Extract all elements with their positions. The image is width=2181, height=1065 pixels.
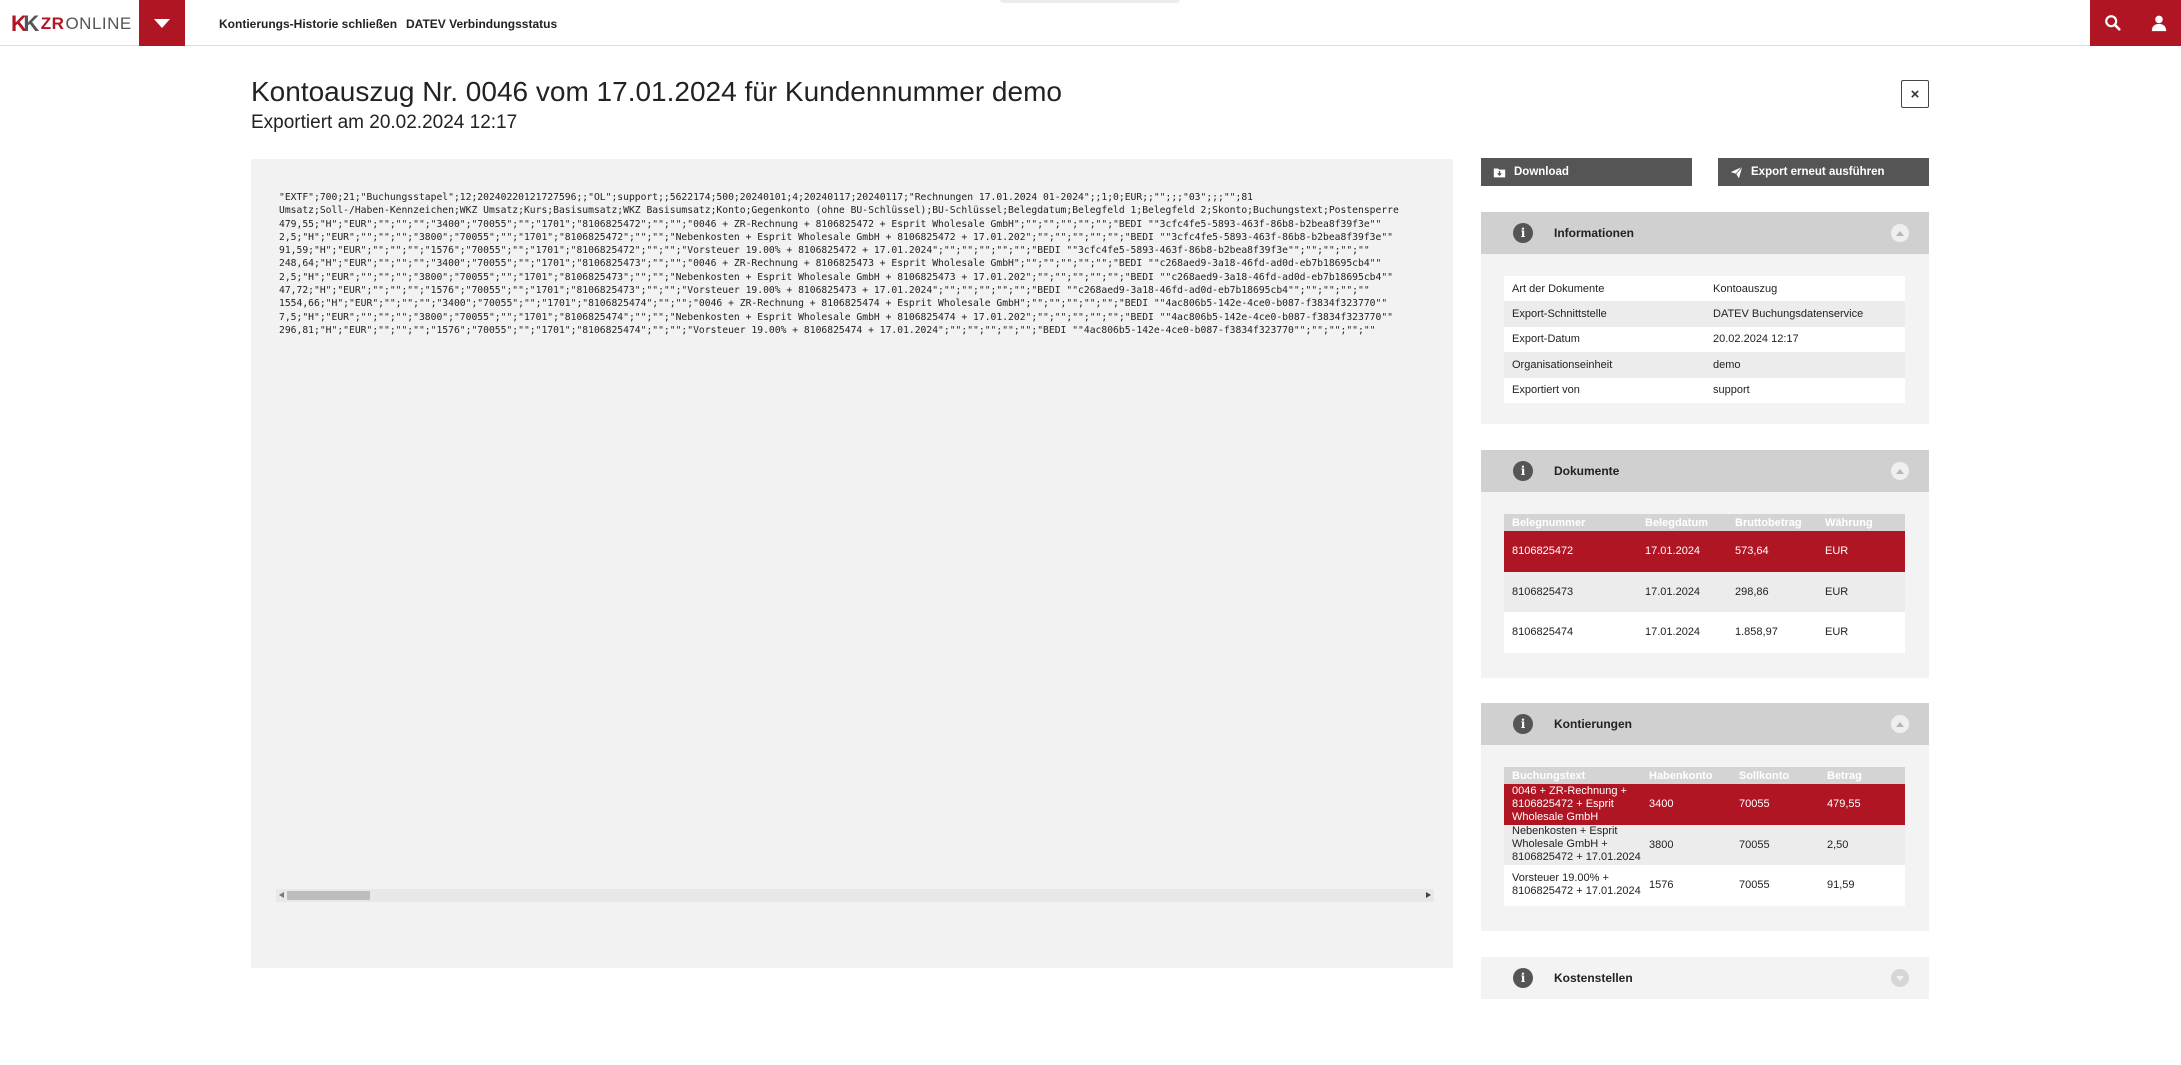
download-button-label: Download [1514, 166, 1569, 178]
export-line: "EXTF";700;21;"Buchungsstapel";12;202402… [279, 192, 1254, 203]
scroll-right-icon[interactable] [1426, 892, 1431, 898]
export-line: 296,81;"H";"EUR";"";"";"";"1576";"70055"… [279, 324, 1376, 336]
table-row[interactable]: Vorsteuer 19.00% + 8106825472 + 17.01.20… [1504, 865, 1905, 906]
collapse-icon[interactable] [1891, 715, 1909, 733]
table-row[interactable]: 8106825473 17.01.2024 298,86 EUR [1504, 571, 1905, 612]
column-header-belegnummer[interactable]: Belegnummer [1504, 514, 1637, 531]
export-line: 248,64;"H";"EUR";"";"";"";"3400";"70055"… [279, 258, 1382, 270]
page-subtitle: Exportiert am 20.02.2024 12:17 [251, 112, 518, 133]
export-file-content[interactable]: "EXTF";700;21;"Buchungsstapel";12;202402… [279, 191, 1433, 501]
table-row[interactable]: 0046 + ZR-Rechnung + 8106825472 + Esprit… [1504, 784, 1905, 825]
kontierungen-table: Buchungstext Habenkonto Sollkonto Betrag… [1504, 767, 1905, 906]
user-icon [2151, 15, 2167, 32]
table-row[interactable]: Nebenkosten + Esprit Wholesale GmbH + 81… [1504, 824, 1905, 865]
column-header-habenkonto[interactable]: Habenkonto [1641, 767, 1731, 784]
info-row: Exportiert von support [1504, 377, 1905, 403]
column-header-sollkonto[interactable]: Sollkonto [1731, 767, 1819, 784]
horizontal-scrollbar[interactable] [276, 889, 1434, 902]
dokumente-panel-header[interactable]: i Dokumente [1481, 450, 1929, 492]
top-navigation-bar: K K ZR ONLINE Kontierungs-Historie schließe… [0, 0, 2181, 46]
informationen-panel: i Informationen Art der Dokumente Kontoau… [1481, 212, 1929, 424]
export-line: Umsatz;Soll-/Haben-Kennzeichen;WKZ Umsat… [279, 205, 1399, 217]
info-row: Art der Dokumente Kontoauszug [1504, 276, 1905, 302]
export-line: 2,5;"H";"EUR";"";"";"";"3800";"70055";""… [279, 231, 1393, 243]
user-menu-button[interactable] [2136, 0, 2181, 46]
column-header-belegdatum[interactable]: Belegdatum [1637, 514, 1727, 531]
export-line: 7,5;"H";"EUR";"";"";"";"3800";"70055";""… [279, 311, 1393, 323]
dokumente-panel: i Dokumente Belegnummer Belegdatum Brutt… [1481, 450, 1929, 678]
close-icon: × [1910, 85, 1920, 103]
kzr-online-logo[interactable]: K K ZR ONLINE [11, 11, 132, 36]
export-line: 2,5;"H";"EUR";"";"";"";"3800";"70055";""… [279, 271, 1393, 283]
scroll-left-icon[interactable] [279, 892, 284, 898]
collapse-icon[interactable] [1891, 462, 1909, 480]
info-icon: i [1513, 714, 1533, 734]
kontierungen-panel-header[interactable]: i Kontierungen [1481, 703, 1929, 745]
download-button[interactable]: Download [1481, 158, 1692, 186]
column-header-betrag[interactable]: Betrag [1819, 767, 1905, 784]
info-row: Export-Datum 20.02.2024 12:17 [1504, 326, 1905, 353]
column-header-buchungstext[interactable]: Buchungstext [1504, 767, 1641, 784]
top-handle [1000, 0, 1180, 3]
info-icon: i [1513, 968, 1533, 988]
info-row: Export-Schnittstelle DATEV Buchungsdatens… [1504, 301, 1905, 327]
scrollbar-thumb[interactable] [287, 891, 370, 900]
info-row: Organisationseinheit demo [1504, 352, 1905, 378]
close-history-link[interactable]: Kontierungs-Historie schließen [219, 17, 397, 31]
informationen-panel-title: Informationen [1554, 226, 1634, 240]
dokumente-panel-title: Dokumente [1554, 464, 1620, 478]
page-title: Kontoauszug Nr. 0046 vom 17.01.2024 für … [251, 76, 1062, 107]
table-row[interactable]: 8106825472 17.01.2024 573,64 EUR [1504, 531, 1905, 572]
informationen-panel-header[interactable]: i Informationen [1481, 212, 1929, 254]
export-again-button-label: Export erneut ausführen [1751, 166, 1885, 178]
close-button[interactable]: × [1901, 80, 1929, 108]
search-icon [2105, 15, 2121, 31]
collapse-icon[interactable] [1891, 224, 1909, 242]
export-line: 91,59;"H";"EUR";"";"";"";"1576";"70055";… [279, 245, 1370, 257]
kontierungen-panel: i Kontierungen Buchungstext Habenkonto S… [1481, 703, 1929, 931]
table-row[interactable]: 8106825474 17.01.2024 1.858,97 EUR [1504, 612, 1905, 653]
export-line: 1554,66;"H";"EUR";"";"";"";"3400";"70055… [279, 298, 1388, 310]
export-line: 47,72;"H";"EUR";"";"";"";"1576";"70055";… [279, 285, 1370, 297]
expand-icon[interactable] [1891, 969, 1909, 987]
kostenstellen-panel: i Kostenstellen [1481, 957, 1929, 999]
export-again-button[interactable]: Export erneut ausführen [1718, 158, 1929, 186]
search-button[interactable] [2090, 0, 2136, 46]
folder-download-icon [1493, 167, 1506, 177]
paper-plane-icon [1730, 166, 1743, 178]
caret-down-icon [154, 18, 170, 28]
menu-dropdown-button[interactable] [139, 0, 185, 46]
informationen-table: Art der Dokumente Kontoauszug Export-Schn… [1504, 276, 1905, 403]
kostenstellen-panel-title: Kostenstellen [1554, 971, 1633, 985]
info-icon: i [1513, 223, 1533, 243]
datev-connection-status-link[interactable]: DATEV Verbindungsstatus [406, 17, 557, 31]
dokumente-table: Belegnummer Belegdatum Bruttobetrag Währ… [1504, 514, 1905, 653]
export-file-preview: "EXTF";700;21;"Buchungsstapel";12;202402… [251, 159, 1453, 968]
kostenstellen-panel-header[interactable]: i Kostenstellen [1481, 957, 1929, 999]
column-header-waehrung[interactable]: Währung [1817, 514, 1905, 531]
export-line: 479,55;"H";"EUR";"";"";"";"3400";"70055"… [279, 218, 1382, 230]
kontierungen-panel-title: Kontierungen [1554, 717, 1632, 731]
column-header-bruttobetrag[interactable]: Bruttobetrag [1727, 514, 1817, 531]
info-icon: i [1513, 461, 1533, 481]
